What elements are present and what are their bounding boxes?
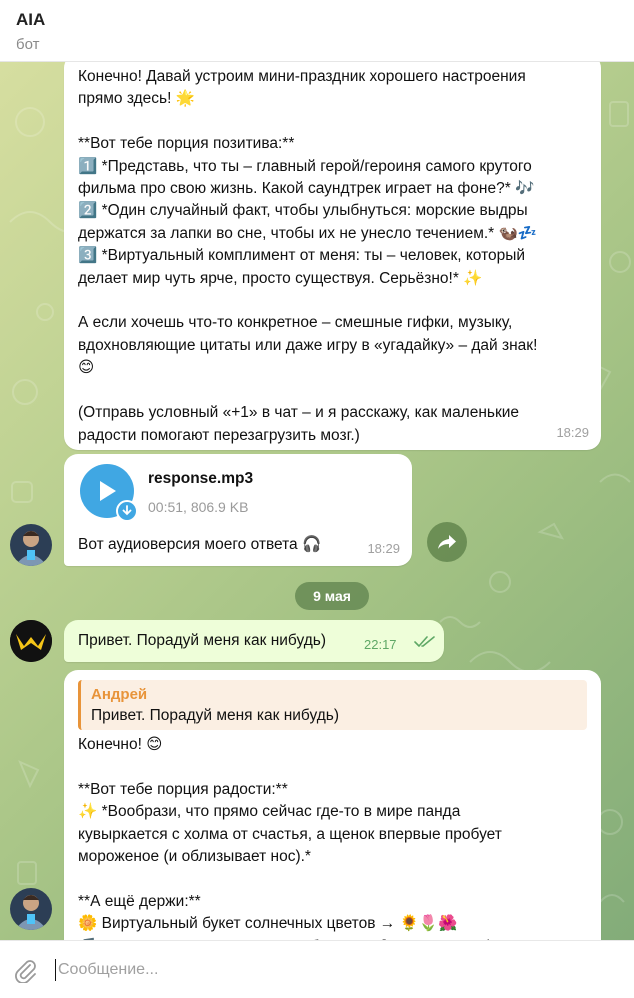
robot-avatar-image [10, 524, 52, 566]
chat-area[interactable]: Конечно! Давай устроим мини-праздник хор… [0, 62, 634, 940]
message-time: 22:17 [364, 637, 397, 652]
chat-title: AIA [16, 10, 46, 29]
audio-file-name: response.mp3 [148, 470, 254, 487]
chat-header[interactable]: AIA бот [0, 0, 634, 62]
message-bubble-outgoing[interactable]: Привет. Порадуй меня как нибудь) 22:17 [64, 620, 444, 662]
robot-avatar-image [10, 888, 52, 930]
share-button[interactable] [427, 522, 467, 562]
wu-tang-logo-icon [10, 620, 52, 662]
attach-button[interactable] [12, 957, 38, 984]
download-icon [122, 505, 132, 516]
message-text: Конечно! 😊 **Вот тебе порция радости:** … [78, 736, 504, 940]
user-avatar[interactable] [10, 620, 52, 662]
message-time: 18:29 [556, 424, 589, 440]
reply-quote-text: Привет. Порадуй меня как нибудь) [91, 707, 339, 724]
message-time: 18:29 [367, 540, 400, 556]
paperclip-icon [15, 960, 36, 984]
play-icon [100, 481, 116, 501]
message-input-bar [0, 940, 634, 998]
date-separator: 9 мая [295, 582, 369, 610]
share-icon [438, 535, 456, 549]
message-bubble-ai-long[interactable]: Конечно! Давай устроим мини-праздник хор… [64, 62, 601, 450]
message-bubble-audio[interactable]: response.mp3 00:51, 806.9 KB Вот аудиове… [64, 454, 412, 566]
message-input[interactable] [58, 955, 598, 985]
audio-play-button[interactable] [80, 464, 138, 522]
text-caret [55, 959, 56, 981]
audio-caption: Вот аудиоверсия моего ответа 🎧 [78, 536, 322, 553]
audio-download-button[interactable] [116, 500, 138, 522]
bot-avatar[interactable] [10, 888, 52, 930]
reply-quote-author: Андрей [91, 686, 148, 703]
message-text: Конечно! Давай устроим мини-праздник хор… [78, 68, 538, 444]
double-check-icon [414, 636, 435, 647]
chat-subtitle: бот [16, 36, 40, 53]
reply-quote[interactable]: Андрей Привет. Порадуй меня как нибудь) [78, 680, 587, 730]
message-bubble-ai-reply[interactable]: Андрей Привет. Порадуй меня как нибудь) … [64, 670, 601, 940]
audio-file-meta: 00:51, 806.9 KB [148, 499, 249, 515]
bot-avatar[interactable] [10, 524, 52, 566]
message-text: Привет. Порадуй меня как нибудь) [78, 632, 326, 649]
